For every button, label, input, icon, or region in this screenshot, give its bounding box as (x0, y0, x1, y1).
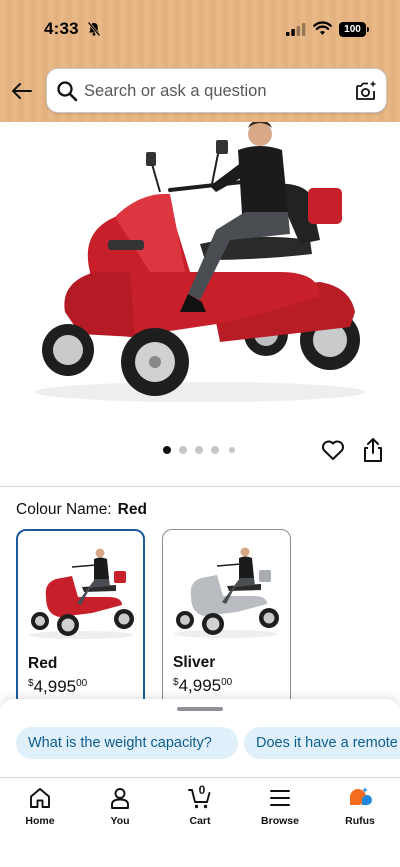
suggestion-chip[interactable]: What is the weight capacity? (16, 727, 238, 759)
person-icon (111, 788, 129, 809)
tab-label: Home (25, 815, 55, 827)
price-whole: 4,995 (178, 676, 222, 695)
tab-label: You (110, 815, 130, 827)
menu-icon (270, 790, 290, 806)
clock: 4:33 (44, 19, 79, 38)
lens-camera-icon[interactable] (354, 79, 378, 103)
search-bar[interactable]: Search or ask a question (46, 68, 387, 113)
price-fraction: 00 (221, 677, 233, 688)
carousel-dot[interactable] (163, 446, 171, 454)
cart-count-badge: 0 (198, 783, 206, 797)
tab-you[interactable]: You (88, 778, 152, 838)
silent-bell-icon (87, 21, 101, 37)
tab-label: Cart (189, 815, 211, 827)
colour-label-text: Colour Name: (16, 501, 112, 518)
bottom-tab-bar: Home You 0 Cart Browse Rufus (0, 777, 400, 867)
battery-level: 100 (339, 22, 366, 37)
swatch-image-silver (174, 547, 279, 638)
status-bar: 4:33 100 (0, 0, 400, 60)
colour-option-name: Sliver (173, 654, 216, 671)
swatch-image-red (29, 548, 134, 639)
colour-name-label: Colour Name: Red (16, 501, 147, 519)
back-arrow-icon[interactable] (10, 79, 34, 103)
colour-option-silver[interactable]: Sliver $4,99500 (162, 529, 291, 719)
battery-indicator: 100 (339, 22, 369, 37)
tab-home[interactable]: Home (8, 778, 72, 838)
price-fraction: 00 (76, 678, 88, 689)
suggestion-chip[interactable]: Does it have a remote (244, 727, 400, 759)
carousel-dot[interactable] (229, 447, 235, 453)
heart-icon[interactable] (321, 439, 345, 461)
carousel-dot[interactable] (211, 446, 219, 454)
sheet-drag-handle[interactable] (177, 707, 223, 711)
tab-browse[interactable]: Browse (248, 778, 312, 838)
product-image-scooter-red[interactable] (20, 122, 380, 422)
home-icon (30, 788, 50, 808)
cellular-signal-icon (286, 23, 306, 36)
colour-option-name: Red (28, 655, 58, 672)
price-whole: 4,995 (33, 677, 77, 696)
tab-cart[interactable]: 0 Cart (168, 778, 232, 838)
battery-tip (367, 27, 369, 32)
image-carousel-dots[interactable] (163, 446, 243, 456)
share-icon[interactable] (362, 437, 384, 463)
app-header: 4:33 100 Search or ask a question (0, 0, 400, 122)
colour-option-price: $4,99500 (28, 677, 87, 697)
wifi-icon (313, 21, 332, 35)
colour-option-price: $4,99500 (173, 676, 232, 696)
tab-rufus[interactable]: Rufus (328, 778, 392, 838)
colour-option-red[interactable]: Red $4,99500 (16, 529, 145, 719)
rufus-suggestion-sheet: What is the weight capacity? Does it hav… (0, 699, 400, 777)
carousel-dot[interactable] (195, 446, 203, 454)
search-input[interactable]: Search or ask a question (84, 82, 267, 101)
rufus-icon (350, 787, 372, 805)
section-divider (0, 486, 400, 487)
tab-label: Browse (261, 815, 299, 827)
search-icon (57, 81, 78, 102)
selected-colour-value: Red (117, 501, 147, 518)
tab-label: Rufus (345, 815, 375, 827)
carousel-dot[interactable] (179, 446, 187, 454)
